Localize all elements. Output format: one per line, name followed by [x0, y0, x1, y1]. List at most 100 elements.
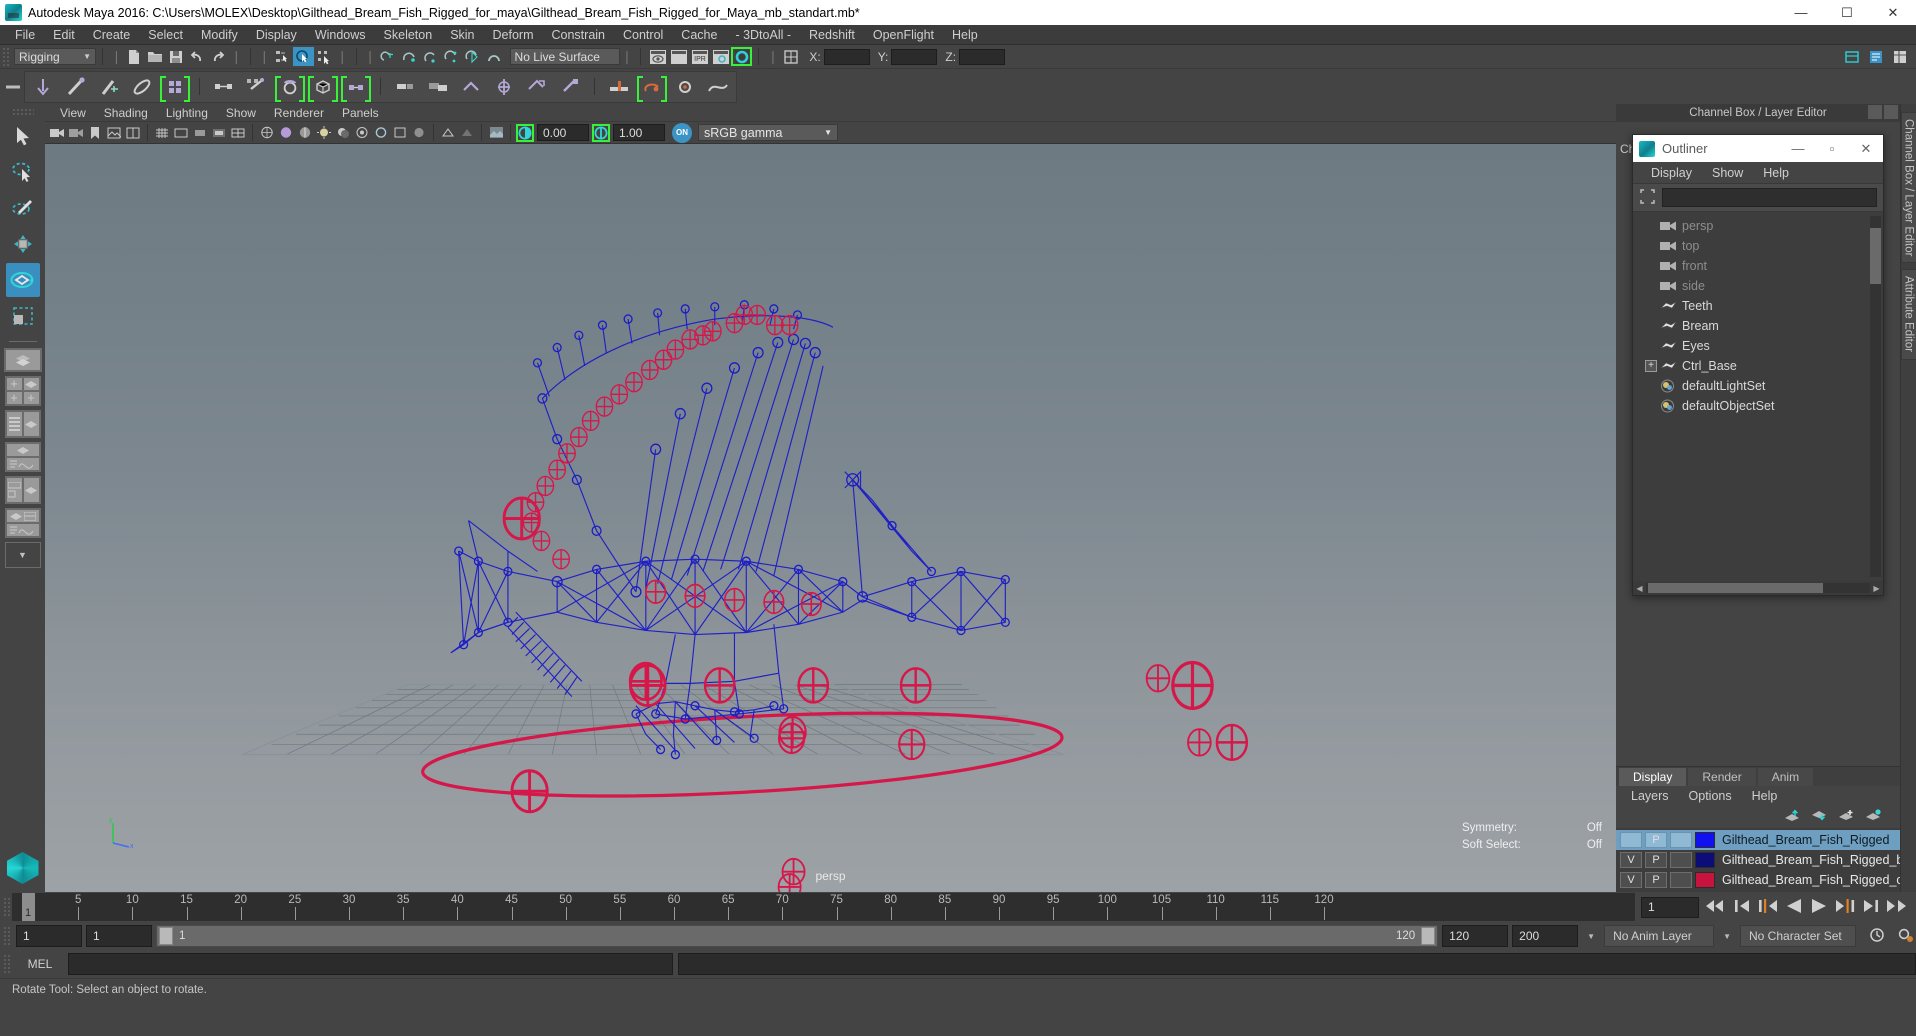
layer-visibility-toggle[interactable]	[1620, 832, 1642, 848]
smooth-shade-all-icon[interactable]	[277, 124, 295, 142]
menu-redshift[interactable]: Redshift	[800, 25, 864, 45]
bind-skin-icon[interactable]	[160, 73, 190, 102]
group-icon[interactable]	[423, 73, 453, 101]
viewport-menu-panels[interactable]: Panels	[333, 106, 388, 120]
channel-box-body[interactable]: Cha Outliner — ▫ ✕ Display Show Help per…	[1616, 122, 1900, 766]
anim-end-field[interactable]: 200	[1512, 925, 1579, 947]
timeline-current-frame-marker[interactable]: 1	[22, 893, 35, 921]
menu-file[interactable]: File	[6, 25, 44, 45]
viewport-3d[interactable]: y x persp Symmetry: Off Soft Select: Off	[45, 144, 1616, 892]
connect-joints-icon[interactable]	[209, 73, 239, 101]
create-circle-control-icon[interactable]	[275, 73, 305, 102]
layer-color-swatch[interactable]	[1695, 872, 1715, 888]
viewport-menu-lighting[interactable]: Lighting	[157, 106, 217, 120]
attribute-editor-icon[interactable]	[1865, 47, 1886, 66]
scale-constraint-icon[interactable]	[555, 73, 585, 101]
quick-layout-persp-outliner-graph[interactable]	[4, 508, 41, 538]
open-scene-icon[interactable]	[145, 47, 166, 66]
outliner-item-top[interactable]: top	[1633, 236, 1883, 256]
new-scene-icon[interactable]	[124, 47, 145, 66]
layer-tab-render[interactable]: Render	[1688, 768, 1756, 786]
multisample-aa-icon[interactable]	[391, 124, 409, 142]
bookmark-icon[interactable]	[86, 124, 104, 142]
color-management-dropdown[interactable]: sRGB gamma ▼	[698, 124, 838, 141]
chevron-down-icon-2[interactable]: ▼	[1718, 932, 1736, 941]
exposure-field[interactable]: 0.00	[537, 124, 589, 141]
new-layer-icon[interactable]	[1838, 809, 1855, 825]
scale-tool[interactable]	[6, 299, 40, 333]
outliner-item-side[interactable]: side	[1633, 276, 1883, 296]
layer-tab-display[interactable]: Display	[1619, 768, 1687, 786]
expand-toggle-icon[interactable]: +	[1645, 360, 1657, 372]
go-to-end-icon[interactable]	[1886, 898, 1908, 917]
layer-playback-toggle[interactable]: P	[1645, 872, 1667, 888]
field-chart-icon[interactable]	[229, 124, 247, 142]
outliner-filter-icon[interactable]	[1639, 188, 1656, 208]
viewport-menu-renderer[interactable]: Renderer	[265, 106, 333, 120]
anim-start-field[interactable]: 1	[86, 925, 152, 947]
layer-display-type-toggle[interactable]	[1670, 852, 1692, 868]
snap-view-plane-icon[interactable]	[462, 47, 483, 66]
go-to-start-icon[interactable]	[1705, 898, 1727, 917]
outliner-search-input[interactable]	[1662, 188, 1877, 207]
xray-icon[interactable]	[458, 124, 476, 142]
layer-playback-toggle[interactable]: P	[1645, 832, 1667, 848]
status-line-grip[interactable]	[2, 46, 11, 67]
wire-deformer-icon[interactable]	[703, 73, 733, 101]
layer-row[interactable]: VP Gilthead_Bream_Fish_Rigged_contr	[1616, 870, 1900, 890]
layer-visibility-toggle[interactable]: V	[1620, 872, 1642, 888]
undo-icon[interactable]	[187, 47, 208, 66]
parent-icon[interactable]	[390, 73, 420, 101]
render-sequence-icon[interactable]	[668, 47, 689, 66]
channel-box-minimize[interactable]	[1868, 105, 1882, 119]
outliner-menu-display[interactable]: Display	[1641, 166, 1702, 180]
menu-select[interactable]: Select	[139, 25, 192, 45]
snap-point-icon[interactable]	[420, 47, 441, 66]
modeling-toolkit-icon[interactable]	[1841, 47, 1862, 66]
scroll-left-icon[interactable]: ◀	[1633, 584, 1646, 593]
channel-box-icon[interactable]	[1889, 47, 1910, 66]
channel-box-restore[interactable]	[1884, 105, 1898, 119]
menu-control[interactable]: Control	[614, 25, 672, 45]
menu-openflight[interactable]: OpenFlight	[864, 25, 943, 45]
chevron-down-icon[interactable]: ▼	[1582, 932, 1600, 941]
film-gate-icon[interactable]	[172, 124, 190, 142]
outliner-horizontal-scrollbar[interactable]: ◀ ▶	[1633, 581, 1883, 595]
step-back-frame-icon[interactable]	[1734, 898, 1751, 917]
lattice-deformer-icon[interactable]	[604, 73, 634, 101]
render-settings-icon[interactable]	[710, 47, 731, 66]
menu-3dtoall[interactable]: - 3DtoAll -	[726, 25, 800, 45]
paint-weights-icon[interactable]	[127, 73, 157, 101]
layer-color-swatch[interactable]	[1695, 852, 1715, 868]
isolate-select-icon[interactable]	[439, 124, 457, 142]
outliner-maximize-button[interactable]: ▫	[1815, 135, 1849, 162]
gamma-field[interactable]: 1.00	[613, 124, 665, 141]
quick-layout-persp-graph[interactable]	[4, 442, 41, 472]
outliner-item-eyes[interactable]: Eyes	[1633, 336, 1883, 356]
outliner-close-button[interactable]: ✕	[1849, 135, 1883, 162]
menuset-dropdown[interactable]: Rigging ▼	[14, 48, 96, 65]
ipr-render-icon[interactable]: IPR	[689, 47, 710, 66]
gate-mask-icon[interactable]	[210, 124, 228, 142]
cluster-icon[interactable]	[670, 73, 700, 101]
outliner-vertical-scrollbar[interactable]	[1870, 216, 1881, 577]
playback-end-field[interactable]: 120	[1442, 925, 1509, 947]
play-backwards-icon[interactable]	[1785, 898, 1803, 917]
outliner-menu-help[interactable]: Help	[1753, 166, 1799, 180]
layer-display-type-toggle[interactable]	[1670, 832, 1692, 848]
layer-color-swatch[interactable]	[1695, 832, 1715, 848]
y-field[interactable]	[891, 48, 938, 65]
shadows-icon[interactable]	[334, 124, 352, 142]
current-frame-field[interactable]: 1	[1641, 896, 1699, 918]
play-forwards-icon[interactable]	[1810, 898, 1828, 917]
blend-shape-icon[interactable]	[637, 73, 667, 102]
snap-grid-icon[interactable]	[378, 47, 399, 66]
scroll-right-icon[interactable]: ▶	[1870, 584, 1883, 593]
quick-layout-hypershade[interactable]	[4, 476, 41, 504]
range-handle-left[interactable]	[159, 927, 173, 945]
toggle-panel-layout-icon[interactable]	[780, 47, 801, 66]
outliner-item-teeth[interactable]: Teeth	[1633, 296, 1883, 316]
layer-menu-options[interactable]: Options	[1679, 789, 1742, 803]
move-tool[interactable]	[6, 227, 40, 261]
menu-display[interactable]: Display	[247, 25, 306, 45]
